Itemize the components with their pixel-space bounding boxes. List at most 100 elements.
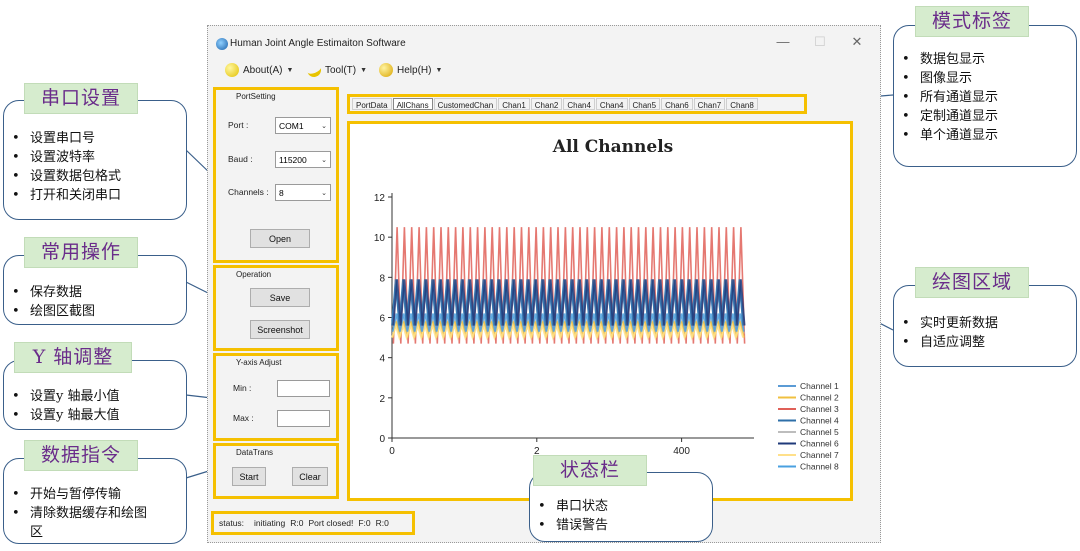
callout-serial: 设置串口号 设置波特率 设置数据包格式 打开和关闭串口	[3, 100, 187, 220]
yaxis-adjust-label: Y-axis Adjust	[236, 358, 282, 367]
data-trans-label: DataTrans	[236, 448, 274, 457]
legend-entry: Channel 1	[800, 381, 839, 391]
y-tick-label: 6	[379, 314, 385, 325]
port-select[interactable]: COM1 ⌄	[275, 117, 331, 134]
menu-about-label: About(A)	[243, 64, 283, 76]
lemon-icon	[225, 63, 239, 77]
yaxis-adjust-group: Y-axis Adjust Min : Max :	[213, 353, 339, 441]
tab-chan5[interactable]: Chan5	[628, 98, 661, 110]
callout-serial-title: 串口设置	[24, 83, 138, 114]
callout-plot-item: 实时更新数据	[894, 314, 1076, 333]
callout-status-title: 状态栏	[533, 455, 647, 486]
tab-customedchan[interactable]: CustomedChan	[433, 98, 498, 110]
port-value: COM1	[279, 120, 304, 131]
data-trans-group: DataTrans Start Clear	[213, 443, 339, 499]
menu-help[interactable]: Help(H) ▼	[379, 63, 442, 77]
chevron-down-icon: ▼	[360, 66, 368, 74]
y-tick-label: 10	[374, 233, 386, 244]
start-button[interactable]: Start	[232, 467, 266, 486]
y-tick-label: 12	[374, 193, 386, 204]
callout-command-item: 开始与暂停传输	[4, 485, 186, 504]
port-setting-label: PortSetting	[236, 92, 276, 101]
chevron-down-icon: ⌄	[321, 189, 327, 197]
callout-serial-list: 设置串口号 设置波特率 设置数据包格式 打开和关闭串口	[4, 129, 186, 205]
callout-yaxis-title: Y 轴调整	[14, 342, 132, 373]
pineapple-icon	[379, 63, 393, 77]
callout-common-item: 绘图区截图	[4, 302, 186, 321]
callout-command-title: 数据指令	[24, 440, 138, 471]
status-bar: status: initiating R:0 Port closed! F:0 …	[211, 511, 415, 535]
baud-label: Baud :	[228, 154, 253, 164]
tab-chan4[interactable]: Chan4	[595, 98, 628, 110]
tab-chan2[interactable]: Chan2	[530, 98, 563, 110]
status-label: status:	[219, 518, 245, 528]
status-r-count: R:0	[290, 518, 304, 528]
tab-chan7[interactable]: Chan7	[693, 98, 726, 110]
screenshot-button[interactable]: Screenshot	[250, 320, 310, 339]
callout-mode: 数据包显示 图像显示 所有通道显示 定制通道显示 单个通道显示	[893, 25, 1077, 167]
max-label: Max :	[233, 413, 254, 423]
x-tick-label: 0	[389, 446, 395, 457]
callout-yaxis-item: 设置y 轴最大值	[4, 406, 186, 425]
callout-mode-item: 定制通道显示	[894, 107, 1076, 126]
port-label: Port :	[228, 120, 249, 130]
callout-common-item: 保存数据	[4, 283, 186, 302]
minimize-icon[interactable]: —	[774, 34, 792, 49]
callout-common-title: 常用操作	[24, 237, 138, 268]
legend-entry: Channel 2	[800, 393, 839, 403]
baud-select[interactable]: 115200 ⌄	[275, 151, 331, 168]
tab-chan6[interactable]: Chan6	[661, 98, 693, 110]
y-tick-label: 2	[379, 394, 385, 405]
menu-tool[interactable]: Tool(T) ▼	[305, 61, 368, 79]
mode-tab-bar: PortData AllChans CustomedChan Chan1 Chan2 Ch…	[347, 94, 807, 114]
open-button[interactable]: Open	[250, 229, 310, 248]
callout-command-item: 清除数据缓存和绘图区	[4, 504, 148, 542]
chevron-down-icon: ⌄	[321, 122, 327, 130]
min-label: Min :	[233, 383, 252, 393]
chevron-down-icon: ▼	[435, 66, 443, 74]
app-icon	[216, 38, 228, 50]
callout-serial-item: 设置数据包格式	[4, 167, 186, 186]
menu-about[interactable]: About(A) ▼	[225, 63, 293, 77]
legend-entry: Channel 3	[800, 404, 839, 414]
tab-allchans[interactable]: AllChans	[392, 98, 433, 110]
baud-value: 115200	[279, 154, 307, 165]
min-input[interactable]	[277, 380, 330, 397]
y-tick-label: 0	[379, 434, 385, 445]
callout-status-list: 串口状态 错误警告	[530, 497, 712, 535]
maximize-icon[interactable]: ☐	[811, 34, 829, 50]
callout-command-list: 开始与暂停传输 清除数据缓存和绘图区	[4, 485, 186, 542]
status-port-state: Port closed!	[308, 518, 354, 528]
x-tick-label: 400	[673, 446, 690, 457]
plot-area: All Channels 0 2 4 6 8 10 12 0 2 400 Channel 1 Chann…	[347, 121, 853, 501]
legend-entry: Channel 6	[800, 439, 839, 449]
callout-serial-item: 设置波特率	[4, 148, 186, 167]
tab-portdata[interactable]: PortData	[352, 98, 392, 110]
window-title: Human Joint Angle Estimaiton Software	[230, 38, 406, 49]
tab-chan8[interactable]: Chan8	[726, 98, 758, 110]
chart: All Channels0246810120 2 400Channel 1Chann…	[374, 137, 839, 472]
menu-help-label: Help(H)	[397, 64, 432, 76]
status-r-count-2: R:0	[375, 518, 389, 528]
tab-chan1[interactable]: Chan1	[498, 98, 530, 110]
callout-serial-item: 打开和关闭串口	[4, 186, 186, 205]
callout-common-list: 保存数据 绘图区截图	[4, 283, 186, 321]
callout-mode-title: 模式标签	[915, 6, 1029, 37]
callout-plot-title: 绘图区域	[915, 267, 1029, 298]
legend-entry: Channel 7	[800, 450, 839, 460]
legend-entry: Channel 8	[800, 462, 839, 472]
callout-mode-item: 单个通道显示	[894, 126, 1076, 145]
close-icon[interactable]: ✕	[848, 34, 866, 50]
callout-mode-item: 所有通道显示	[894, 88, 1076, 107]
chevron-down-icon: ▼	[286, 66, 294, 74]
banana-icon	[305, 61, 323, 79]
clear-button[interactable]: Clear	[292, 467, 328, 486]
callout-status-item: 串口状态	[530, 497, 712, 516]
operation-label: Operation	[236, 270, 272, 279]
save-button[interactable]: Save	[250, 288, 310, 307]
channels-select[interactable]: 8 ⌄	[275, 184, 331, 201]
max-input[interactable]	[277, 410, 330, 427]
chevron-down-icon: ⌄	[321, 156, 327, 164]
tab-chan4[interactable]: Chan4	[563, 98, 595, 110]
menu-tool-label: Tool(T)	[325, 64, 357, 76]
